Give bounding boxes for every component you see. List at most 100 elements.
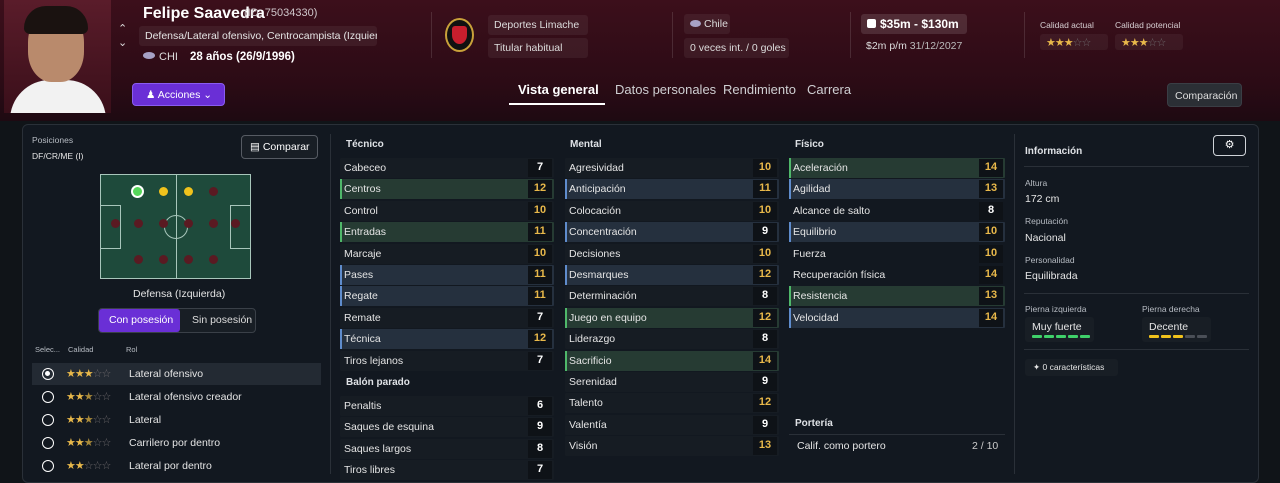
reputation-label: Reputación — [1025, 216, 1069, 226]
attribute-row[interactable]: Marcaje 10 — [340, 243, 554, 264]
attribute-row[interactable]: Recuperación física 14 — [789, 265, 1005, 285]
attribute-row[interactable]: Serenidad 9 — [565, 372, 779, 392]
attribute-name: Marcaje — [344, 247, 382, 260]
attribute-row[interactable]: Entradas 11 — [340, 222, 554, 243]
role-row[interactable]: ★★★☆☆ Lateral ofensivo creador — [32, 386, 321, 408]
attribute-row[interactable]: Concentración 9 — [565, 222, 779, 243]
active-tab-indicator — [509, 103, 605, 105]
tab-rendimiento[interactable]: Rendimiento — [723, 82, 796, 97]
position-dot[interactable] — [159, 255, 168, 264]
attribute-value: 8 — [979, 201, 1003, 220]
position-dot[interactable] — [209, 255, 218, 264]
attribute-row[interactable]: Liderazgo 8 — [565, 329, 779, 350]
attribute-value: 7 — [528, 308, 552, 327]
attribute-row[interactable]: Anticipación 11 — [565, 179, 779, 200]
characteristics-chip[interactable]: ✦ 0 características — [1025, 359, 1118, 376]
possession-toggle[interactable]: Con posesión Sin posesión — [98, 308, 256, 333]
player-nav-arrows[interactable]: ⌃ ⌄ — [118, 22, 128, 50]
attribute-row[interactable]: Desmarques 12 — [565, 265, 779, 285]
attribute-row[interactable]: Decisiones 10 — [565, 243, 779, 264]
role-radio[interactable] — [42, 437, 54, 449]
position-dot[interactable] — [159, 187, 168, 196]
compare-button[interactable]: ▤ Comparar — [241, 135, 318, 159]
attribute-row[interactable]: Control 10 — [340, 200, 554, 221]
attribute-row[interactable]: Saques de esquina 9 — [340, 417, 554, 438]
reputation-value: Nacional — [1025, 232, 1066, 244]
role-radio[interactable] — [42, 368, 54, 380]
role-radio[interactable] — [42, 391, 54, 403]
attribute-row[interactable]: Velocidad 14 — [789, 307, 1005, 328]
position-dot[interactable] — [209, 187, 218, 196]
info-menu-button[interactable]: ⚙ — [1213, 135, 1246, 156]
position-dot[interactable] — [184, 187, 193, 196]
attribute-row[interactable]: Alcance de salto 8 — [789, 201, 1005, 221]
attribute-row[interactable]: Técnica 12 — [340, 329, 554, 350]
attribute-row[interactable]: Juego en equipo 12 — [565, 307, 779, 328]
role-stars: ★★★☆☆ — [66, 391, 111, 403]
position-dot[interactable] — [111, 219, 120, 228]
with-possession-button[interactable]: Con posesión — [99, 309, 180, 332]
col-quality[interactable]: Calidad — [68, 345, 93, 354]
attribute-row[interactable]: Visión 13 — [565, 436, 779, 457]
chevron-up-icon[interactable]: ⌃ — [118, 22, 128, 36]
position-dot[interactable] — [134, 219, 143, 228]
position-dot[interactable] — [159, 219, 168, 228]
position-dot[interactable] — [209, 219, 218, 228]
role-row[interactable]: ★★★☆☆ Lateral — [32, 409, 321, 431]
attribute-value: 11 — [528, 223, 552, 242]
attribute-row[interactable]: Resistencia 13 — [789, 286, 1005, 307]
attribute-row[interactable]: Equilibrio 10 — [789, 222, 1005, 243]
tab-carrera[interactable]: Carrera — [807, 82, 851, 97]
attribute-row[interactable]: Saques largos 8 — [340, 438, 554, 459]
attribute-row[interactable]: Valentía 9 — [565, 414, 779, 435]
divider — [850, 12, 851, 58]
role-row[interactable]: ★★★☆☆ Carrilero por dentro — [32, 432, 321, 454]
position-dot[interactable] — [134, 255, 143, 264]
attribute-row[interactable]: Colocación 10 — [565, 200, 779, 221]
attribute-row[interactable]: Fuerza 10 — [789, 244, 1005, 264]
attribute-row[interactable]: Centros 12 — [340, 179, 554, 200]
actions-button[interactable]: ♟ Acciones ⌄ — [132, 83, 225, 106]
position-dot[interactable] — [231, 219, 240, 228]
player-id: (ID: 75034330) — [244, 7, 318, 19]
attribute-row[interactable]: Agresividad 10 — [565, 158, 779, 178]
attribute-row[interactable]: Penaltis 6 — [340, 396, 554, 416]
attribute-value: 14 — [979, 159, 1003, 177]
role-row[interactable]: ★★★☆☆ Lateral ofensivo — [32, 363, 321, 385]
country-chip[interactable]: Chile — [684, 14, 730, 34]
position-dot[interactable] — [184, 255, 193, 264]
club-crest[interactable] — [445, 18, 474, 52]
attribute-row[interactable]: Tiros libres 7 — [340, 460, 554, 481]
club-name[interactable]: Deportes Limache — [488, 15, 588, 35]
tab-vista-general[interactable]: Vista general — [518, 82, 599, 97]
chevron-down-icon: ⌄ — [203, 89, 213, 101]
attribute-value: 11 — [753, 180, 777, 199]
attribute-row[interactable]: Agilidad 13 — [789, 179, 1005, 200]
attribute-row[interactable]: Talento 12 — [565, 393, 779, 414]
without-possession-button[interactable]: Sin posesión — [180, 309, 256, 332]
personality-value: Equilibrada — [1025, 270, 1078, 282]
attribute-row[interactable]: Regate 11 — [340, 286, 554, 307]
tab-datos-personales[interactable]: Datos personales — [615, 82, 716, 97]
divider — [431, 12, 432, 58]
attribute-row[interactable]: Determinación 8 — [565, 286, 779, 307]
chevron-down-icon[interactable]: ⌄ — [118, 36, 128, 50]
attribute-row[interactable]: Aceleración 14 — [789, 158, 1005, 178]
col-role[interactable]: Rol — [126, 345, 137, 354]
attribute-row[interactable]: Remate 7 — [340, 307, 554, 328]
role-radio[interactable] — [42, 460, 54, 472]
section-tecnico: Técnico — [346, 139, 384, 150]
divider — [1024, 293, 1249, 294]
attribute-row[interactable]: Pases 11 — [340, 265, 554, 285]
position-dot-selected[interactable] — [131, 185, 144, 198]
position-pitch[interactable] — [100, 174, 251, 279]
comparison-button[interactable]: Comparación — [1167, 83, 1242, 107]
role-row[interactable]: ★★☆☆☆ Lateral por dentro — [32, 455, 321, 477]
attribute-row[interactable]: Sacrificio 14 — [565, 350, 779, 371]
role-radio[interactable] — [42, 414, 54, 426]
attribute-name: Alcance de salto — [793, 204, 871, 217]
attribute-value: 10 — [753, 159, 777, 177]
attribute-row[interactable]: Cabeceo 7 — [340, 158, 554, 178]
attribute-row[interactable]: Tiros lejanos 7 — [340, 350, 554, 371]
position-dot[interactable] — [184, 219, 193, 228]
